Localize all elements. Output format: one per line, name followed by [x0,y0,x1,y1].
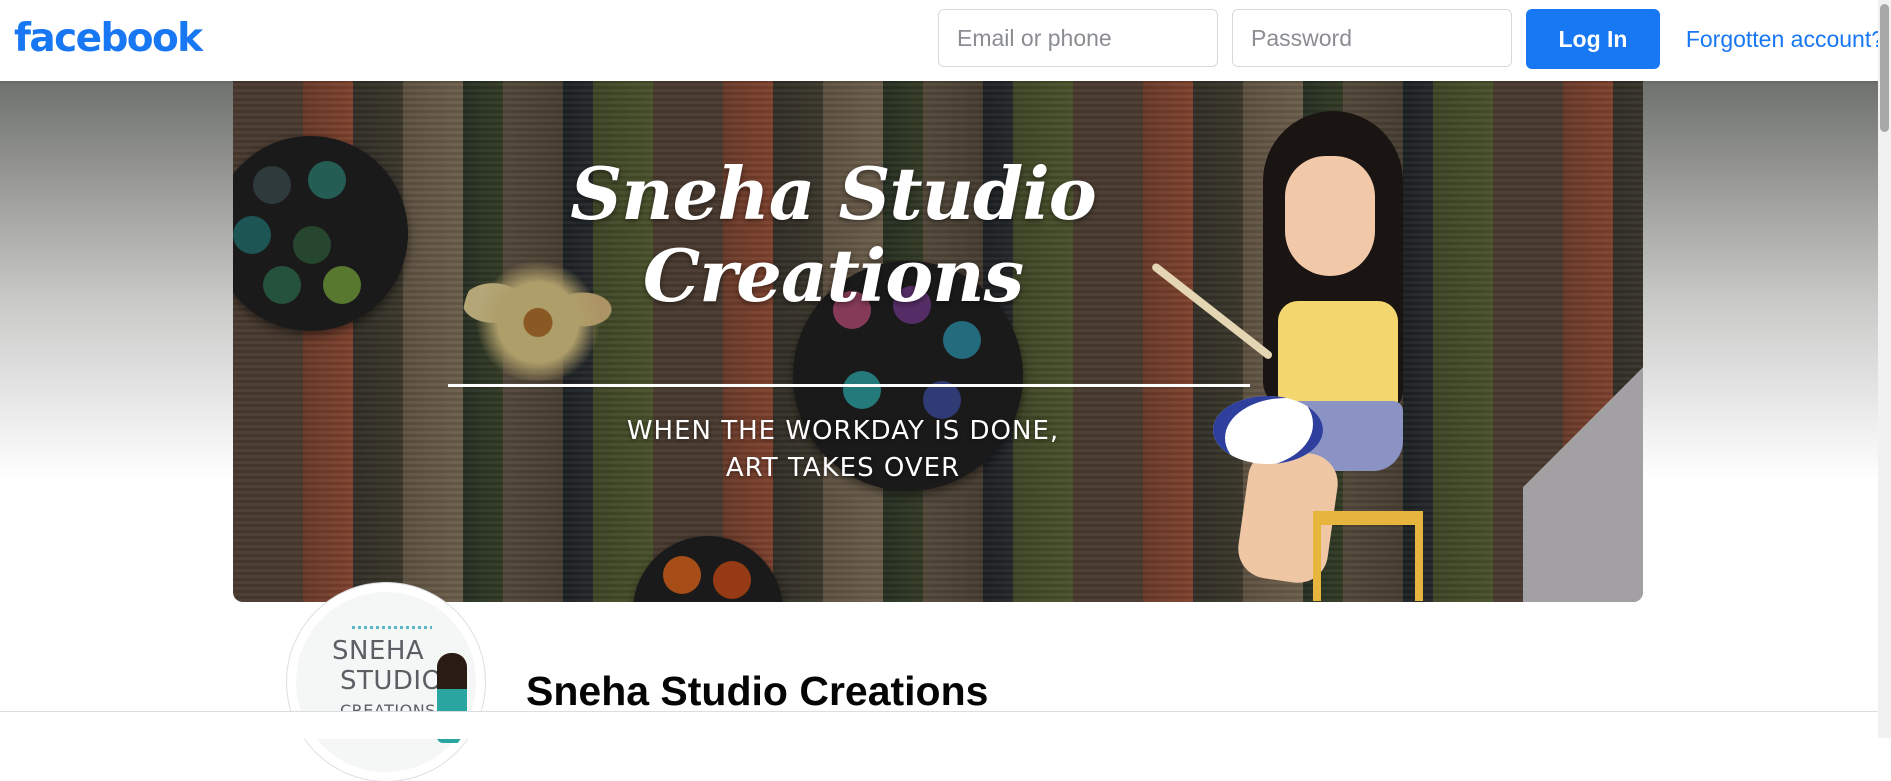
facebook-logo[interactable]: facebook [14,14,203,64]
scrollbar[interactable] [1878,0,1891,738]
cover-divider [448,384,1250,387]
cover-tagline-line1: WHEN THE WORKDAY IS DONE, [626,416,1060,446]
email-field[interactable] [938,9,1218,67]
cover-tagline: WHEN THE WORKDAY IS DONE, ART TAKES OVER [533,413,1153,487]
login-button[interactable]: Log In [1526,9,1660,69]
page-title: Sneha Studio Creations [526,668,989,714]
top-bar: facebook Log In Forgotten account? [0,0,1891,81]
cover-photo[interactable]: Sneha Studio Creations WHEN THE WORKDAY … [233,81,1643,602]
cover-tagline-line2: ART TAKES OVER [725,453,961,483]
artist-caricature [1150,111,1463,602]
password-field[interactable] [1232,9,1512,67]
bottom-bar [0,711,1891,739]
avatar-dot-line [352,626,432,629]
avatar-text-line2: STUDIO [340,666,443,696]
profile-avatar[interactable]: SNEHA STUDIO CREATIONS [287,583,485,781]
scrollbar-thumb[interactable] [1880,4,1889,132]
avatar-text-line1: SNEHA [332,636,425,666]
forgotten-account-link[interactable]: Forgotten account? [1644,24,1884,54]
cover-title: Sneha Studio Creations [570,151,1097,318]
